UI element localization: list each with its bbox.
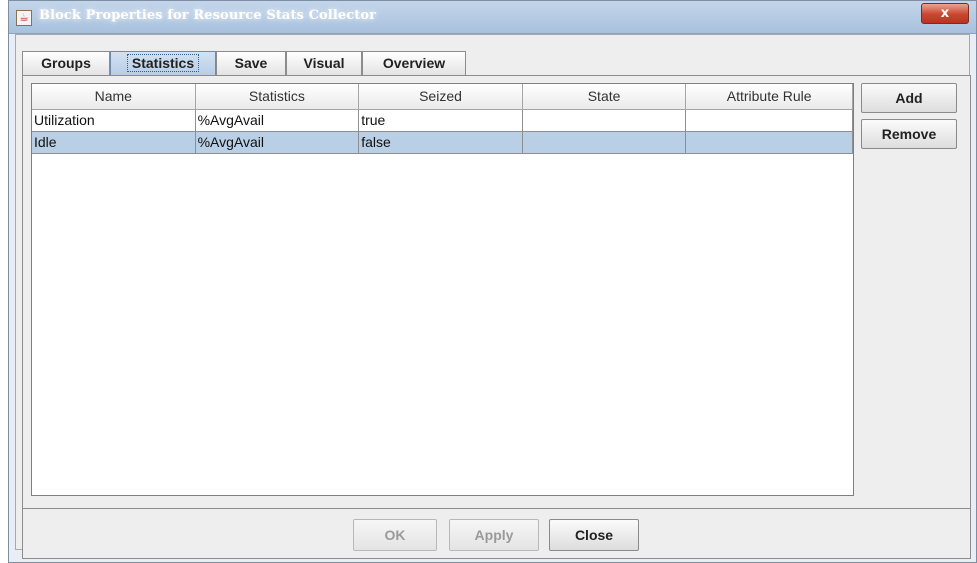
tab-visual[interactable]: Visual bbox=[286, 51, 362, 75]
tab-groups[interactable]: Groups bbox=[22, 51, 110, 75]
remove-button[interactable]: Remove bbox=[861, 119, 957, 149]
cell-statistics[interactable]: %AvgAvail bbox=[195, 132, 360, 154]
tab-overview[interactable]: Overview bbox=[362, 51, 466, 75]
window-close-button[interactable]: x bbox=[921, 3, 969, 24]
table-row-selected[interactable]: Idle %AvgAvail false bbox=[32, 132, 853, 154]
window-title: Block Properties for Resource Stats Coll… bbox=[39, 8, 377, 23]
cell-name[interactable]: Idle bbox=[32, 132, 196, 154]
java-app-icon: ☕ bbox=[16, 10, 32, 26]
cell-statistics[interactable]: %AvgAvail bbox=[195, 110, 360, 132]
column-header-seized[interactable]: Seized bbox=[359, 84, 523, 109]
add-button[interactable]: Add bbox=[861, 83, 957, 113]
dialog-content: Groups Statistics Save Visual Overview N… bbox=[15, 34, 971, 559]
cell-name[interactable]: Utilization bbox=[32, 110, 196, 132]
statistics-panel: Name Statistics Seized State Attribute R… bbox=[22, 75, 971, 509]
cell-state[interactable] bbox=[522, 132, 687, 154]
table-empty-area[interactable] bbox=[32, 154, 853, 495]
tab-statistics[interactable]: Statistics bbox=[110, 51, 216, 75]
cell-attribute-rule[interactable] bbox=[686, 110, 853, 132]
cell-attribute-rule[interactable] bbox=[686, 132, 853, 154]
column-header-state[interactable]: State bbox=[523, 84, 687, 109]
dialog-button-bar: OK Apply Close bbox=[22, 509, 971, 559]
dialog-window: ☕ Block Properties for Resource Stats Co… bbox=[8, 0, 977, 563]
column-header-statistics[interactable]: Statistics bbox=[196, 84, 360, 109]
apply-button[interactable]: Apply bbox=[449, 519, 539, 551]
close-button[interactable]: Close bbox=[549, 519, 639, 551]
tab-save[interactable]: Save bbox=[216, 51, 286, 75]
column-header-attribute-rule[interactable]: Attribute Rule bbox=[686, 84, 853, 109]
column-header-name[interactable]: Name bbox=[32, 84, 196, 109]
table-header: Name Statistics Seized State Attribute R… bbox=[32, 84, 853, 110]
statistics-table[interactable]: Name Statistics Seized State Attribute R… bbox=[31, 83, 854, 496]
cell-seized[interactable]: false bbox=[359, 132, 523, 154]
ok-button[interactable]: OK bbox=[353, 519, 437, 551]
table-row[interactable]: Utilization %AvgAvail true bbox=[32, 110, 853, 132]
cell-state[interactable] bbox=[522, 110, 687, 132]
cell-seized[interactable]: true bbox=[359, 110, 523, 132]
title-bar[interactable]: ☕ Block Properties for Resource Stats Co… bbox=[9, 1, 976, 34]
